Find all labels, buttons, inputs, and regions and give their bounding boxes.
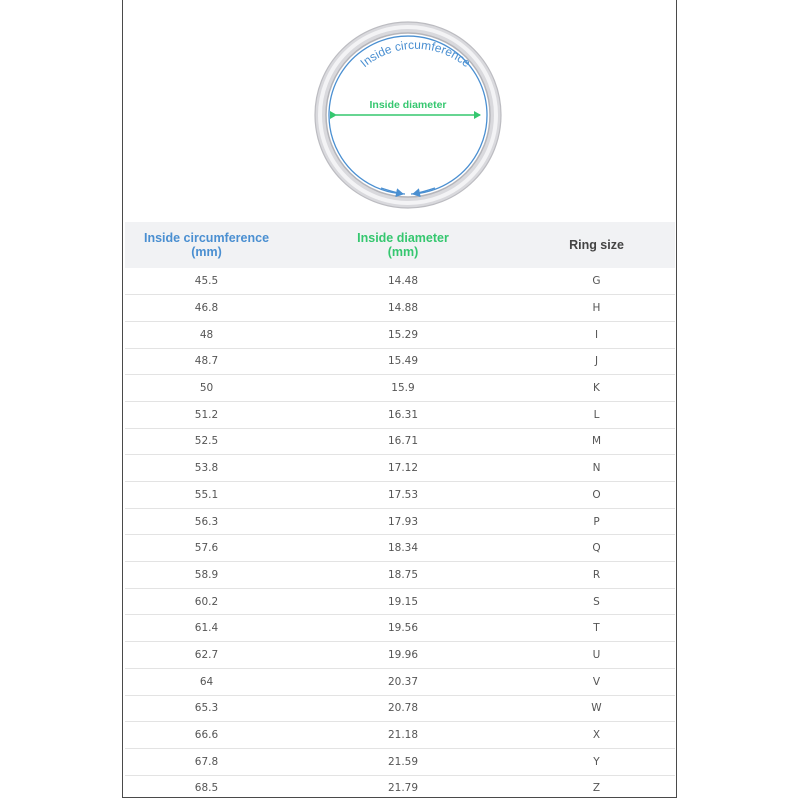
ring-diagram: Inside diameter Inside circumference [123, 0, 676, 222]
cell-ring-size: V [518, 668, 675, 696]
cell-diameter: 19.96 [288, 641, 518, 669]
header-ring-size: Ring size [518, 222, 675, 268]
table-row: 62.7 19.96 U [125, 641, 675, 669]
cell-diameter: 17.93 [288, 508, 518, 536]
table-row: 53.8 17.12 N [125, 454, 675, 482]
cell-circumference: 65.3 [125, 695, 288, 723]
header-ring-size-line1: Ring size [569, 238, 624, 252]
cell-diameter: 19.15 [288, 588, 518, 616]
header-circumference-line1: Inside circumference [143, 231, 270, 245]
cell-circumference: 60.2 [125, 588, 288, 616]
cell-ring-size: Y [518, 748, 675, 776]
ring-size-chart: Inside diameter Inside circumference Ins… [122, 0, 677, 798]
cell-ring-size: M [518, 428, 675, 456]
table-row: 58.9 18.75 R [125, 561, 675, 589]
cell-ring-size: I [518, 321, 675, 349]
cell-diameter: 15.9 [288, 374, 518, 402]
table-row: 51.2 16.31 L [125, 401, 675, 429]
cell-ring-size: W [518, 695, 675, 723]
cell-circumference: 55.1 [125, 481, 288, 509]
header-circumference: Inside circumference (mm) [125, 222, 288, 268]
table-row: 67.8 21.59 Y [125, 748, 675, 776]
table-row: 61.4 19.56 T [125, 614, 675, 643]
table-row: 66.6 21.18 X [125, 721, 675, 749]
cell-diameter: 18.34 [288, 534, 518, 563]
cell-diameter: 21.79 [288, 775, 518, 797]
cell-diameter: 15.29 [288, 321, 518, 349]
cell-circumference: 48 [125, 321, 288, 349]
cell-ring-size: K [518, 374, 675, 402]
cell-ring-size: J [518, 348, 675, 376]
cell-ring-size: X [518, 721, 675, 749]
cell-diameter: 14.48 [288, 268, 518, 296]
header-diameter: Inside diameter (mm) [288, 222, 518, 268]
table-row: 48.7 15.49 J [125, 348, 675, 376]
cell-ring-size: U [518, 641, 675, 669]
table-row: 60.2 19.15 S [125, 588, 675, 616]
cell-circumference: 53.8 [125, 454, 288, 482]
cell-circumference: 46.8 [125, 294, 288, 322]
table-body: 45.5 14.48 G 46.8 14.88 H 48 15.29 I 48.7 15.49 J 50… [125, 268, 675, 797]
cell-ring-size: Z [518, 775, 675, 797]
diameter-label: Inside diameter [369, 99, 446, 111]
table-row: 64 20.37 V [125, 668, 675, 696]
cell-ring-size: R [518, 561, 675, 589]
cell-circumference: 67.8 [125, 748, 288, 776]
cell-circumference: 58.9 [125, 561, 288, 589]
cell-circumference: 50 [125, 374, 288, 402]
header-diameter-line2: (mm) [387, 245, 419, 259]
cell-circumference: 51.2 [125, 401, 288, 429]
cell-ring-size: S [518, 588, 675, 616]
cell-circumference: 45.5 [125, 268, 288, 296]
cell-diameter: 19.56 [288, 614, 518, 643]
cell-circumference: 64 [125, 668, 288, 696]
cell-ring-size: T [518, 614, 675, 643]
cell-ring-size: L [518, 401, 675, 429]
cell-ring-size: G [518, 268, 675, 296]
cell-diameter: 16.31 [288, 401, 518, 429]
cell-circumference: 57.6 [125, 534, 288, 563]
cell-ring-size: P [518, 508, 675, 536]
cell-ring-size: H [518, 294, 675, 322]
cell-ring-size: Q [518, 534, 675, 563]
table-row: 45.5 14.48 G [125, 268, 675, 296]
size-table-wrap: Inside circumference (mm) Inside diamete… [125, 222, 675, 797]
cell-diameter: 17.53 [288, 481, 518, 509]
table-row: 57.6 18.34 Q [125, 534, 675, 563]
table-row: 48 15.29 I [125, 321, 675, 349]
cell-diameter: 21.18 [288, 721, 518, 749]
size-table: Inside circumference (mm) Inside diamete… [125, 222, 675, 797]
table-row: 68.5 21.79 Z [125, 775, 675, 797]
cell-diameter: 18.75 [288, 561, 518, 589]
cell-circumference: 62.7 [125, 641, 288, 669]
table-row: 52.5 16.71 M [125, 428, 675, 456]
cell-circumference: 48.7 [125, 348, 288, 376]
table-row: 55.1 17.53 O [125, 481, 675, 509]
cell-ring-size: O [518, 481, 675, 509]
header-circumference-line2: (mm) [191, 245, 222, 259]
cell-diameter: 21.59 [288, 748, 518, 776]
table-row: 56.3 17.93 P [125, 508, 675, 536]
table-row: 50 15.9 K [125, 374, 675, 402]
cell-diameter: 15.49 [288, 348, 518, 376]
cell-diameter: 20.37 [288, 668, 518, 696]
cell-diameter: 20.78 [288, 695, 518, 723]
cell-circumference: 56.3 [125, 508, 288, 536]
header-diameter-line1: Inside diameter [357, 231, 449, 245]
table-row: 46.8 14.88 H [125, 294, 675, 322]
cell-diameter: 17.12 [288, 454, 518, 482]
cell-diameter: 14.88 [288, 294, 518, 322]
ring-diagram-svg: Inside diameter Inside circumference [314, 21, 502, 209]
table-row: 65.3 20.78 W [125, 695, 675, 723]
cell-ring-size: N [518, 454, 675, 482]
cell-diameter: 16.71 [288, 428, 518, 456]
cell-circumference: 68.5 [125, 775, 288, 797]
cell-circumference: 66.6 [125, 721, 288, 749]
table-header-row: Inside circumference (mm) Inside diamete… [125, 222, 675, 268]
cell-circumference: 61.4 [125, 614, 288, 643]
cell-circumference: 52.5 [125, 428, 288, 456]
